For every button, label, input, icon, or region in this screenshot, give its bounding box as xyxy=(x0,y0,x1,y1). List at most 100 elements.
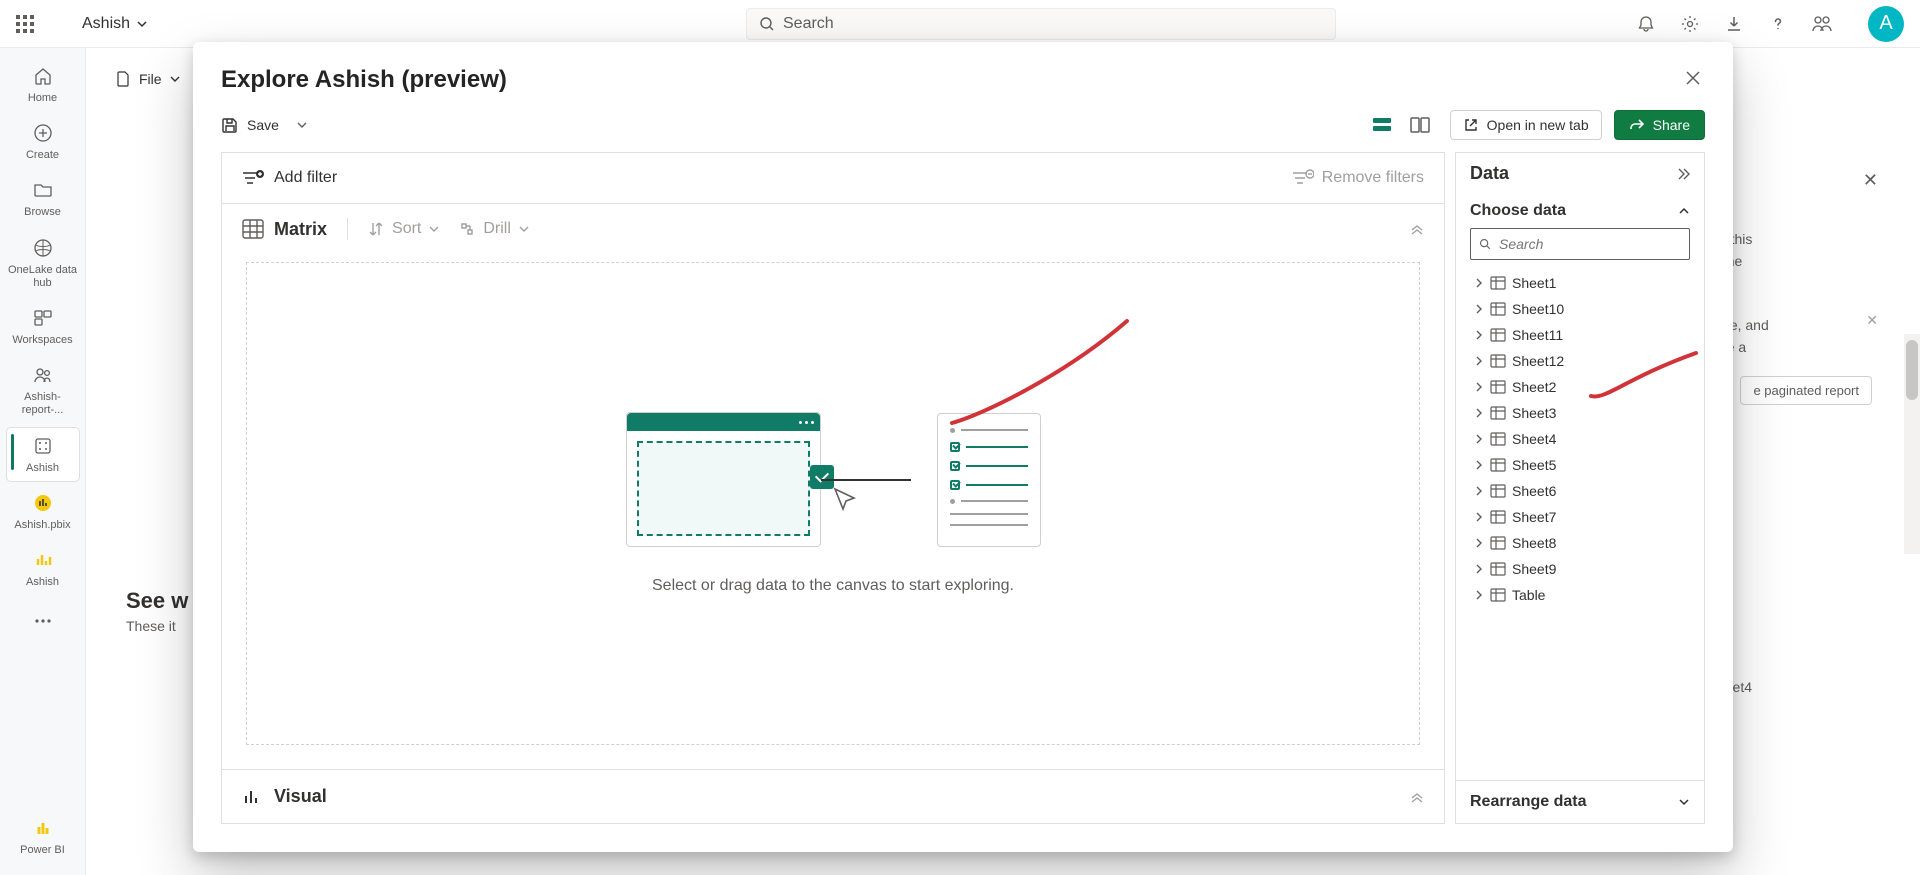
external-link-icon xyxy=(1463,117,1479,133)
share-icon xyxy=(1629,117,1645,133)
search-icon xyxy=(759,16,775,32)
data-table-item[interactable]: Sheet7 xyxy=(1456,504,1704,530)
collapse-section-button[interactable] xyxy=(1410,222,1424,236)
data-table-item[interactable]: Sheet2 xyxy=(1456,374,1704,400)
workspaces-icon xyxy=(33,306,53,330)
split-view-button[interactable] xyxy=(1408,115,1432,135)
collapse-visual-button[interactable] xyxy=(1410,790,1424,804)
filter-remove-icon xyxy=(1292,169,1314,187)
onelake-icon xyxy=(33,236,53,260)
cursor-icon xyxy=(831,485,861,515)
data-table-item[interactable]: Sheet10 xyxy=(1456,296,1704,322)
visual-section-header[interactable]: Visual xyxy=(222,769,1444,823)
data-table-item[interactable]: Sheet12 xyxy=(1456,348,1704,374)
rearrange-data-header[interactable]: Rearrange data xyxy=(1456,780,1704,823)
canvas-hint-text: Select or drag data to the canvas to sta… xyxy=(652,577,1014,595)
left-nav-rail: Home Create Browse OneLake data hub Work… xyxy=(0,48,86,875)
data-table-item[interactable]: Sheet11 xyxy=(1456,322,1704,348)
data-table-name: Table xyxy=(1512,587,1545,603)
bar-chart-icon xyxy=(242,787,262,807)
data-table-item[interactable]: Sheet3 xyxy=(1456,400,1704,426)
report-icon xyxy=(33,548,53,572)
nav-browse[interactable]: Browse xyxy=(7,172,79,225)
data-table-item[interactable]: Sheet9 xyxy=(1456,556,1704,582)
matrix-icon xyxy=(242,219,264,239)
nav-item-pbix[interactable]: Ashish.pbix xyxy=(7,485,79,538)
table-icon xyxy=(1490,302,1506,316)
save-button[interactable]: Save xyxy=(221,116,307,134)
workspace-name: Ashish xyxy=(82,15,130,33)
chevron-down-icon xyxy=(429,224,439,234)
workspace-dropdown[interactable]: Ashish xyxy=(82,15,148,33)
app-header: Ashish Search A xyxy=(0,0,1920,48)
filter-bar: Add filter Remove filters xyxy=(222,153,1444,204)
notifications-icon[interactable] xyxy=(1636,14,1656,34)
data-table-item[interactable]: Table xyxy=(1456,582,1704,608)
split-layout-icon xyxy=(1410,117,1430,133)
share-button[interactable]: Share xyxy=(1614,110,1705,140)
scrollbar[interactable] xyxy=(1904,334,1920,554)
modal-title: Explore Ashish (preview) xyxy=(221,66,507,94)
data-table-name: Sheet12 xyxy=(1512,353,1564,369)
nav-home[interactable]: Home xyxy=(7,58,79,111)
data-table-name: Sheet4 xyxy=(1512,431,1556,447)
data-table-name: Sheet5 xyxy=(1512,457,1556,473)
nav-workspaces[interactable]: Workspaces xyxy=(7,300,79,353)
chevron-down-icon xyxy=(170,74,180,84)
card-close-button[interactable]: ✕ xyxy=(1863,170,1878,191)
data-table-item[interactable]: Sheet4 xyxy=(1456,426,1704,452)
data-table-item[interactable]: Sheet6 xyxy=(1456,478,1704,504)
data-search-field[interactable] xyxy=(1499,236,1681,252)
help-icon[interactable] xyxy=(1768,14,1788,34)
chevron-right-icon xyxy=(1474,486,1484,496)
data-table-name: Sheet2 xyxy=(1512,379,1556,395)
data-table-item[interactable]: Sheet5 xyxy=(1456,452,1704,478)
nav-more[interactable] xyxy=(7,603,79,643)
nav-create[interactable]: Create xyxy=(7,115,79,168)
data-table-item[interactable]: Sheet8 xyxy=(1456,530,1704,556)
view-toggle xyxy=(1370,115,1432,135)
data-search-input[interactable] xyxy=(1470,228,1690,260)
nav-powerbi[interactable]: Power BI xyxy=(7,810,79,863)
visual-type-label[interactable]: Matrix xyxy=(242,219,327,240)
open-new-tab-button[interactable]: Open in new tab xyxy=(1450,110,1602,140)
create-paginated-report-button[interactable]: e paginated report xyxy=(1740,376,1872,405)
data-table-name: Sheet7 xyxy=(1512,509,1556,525)
pbix-icon xyxy=(33,491,53,515)
app-launcher-icon[interactable] xyxy=(16,15,34,33)
data-panel: Data Choose data Sheet1 Sheet10 Sheet11 … xyxy=(1455,152,1705,824)
search-placeholder: Search xyxy=(783,15,834,33)
modal-close-button[interactable] xyxy=(1681,66,1705,90)
chevron-right-icon xyxy=(1474,382,1484,392)
double-chevron-right-icon[interactable] xyxy=(1676,167,1690,181)
nav-item-ashish-model[interactable]: Ashish xyxy=(7,428,79,481)
global-search[interactable]: Search xyxy=(746,8,1336,40)
chevron-down-icon xyxy=(519,224,529,234)
modal-toolbar: Save Open in new tab Share xyxy=(193,94,1733,152)
add-filter-button[interactable]: Add filter xyxy=(242,169,337,187)
data-table-item[interactable]: Sheet1 xyxy=(1456,270,1704,296)
double-chevron-up-icon xyxy=(1410,222,1424,236)
profile-switcher-icon[interactable] xyxy=(1812,14,1832,34)
data-table-name: Sheet6 xyxy=(1512,483,1556,499)
data-table-name: Sheet1 xyxy=(1512,275,1556,291)
chevron-right-icon xyxy=(1474,278,1484,288)
data-table-name: Sheet3 xyxy=(1512,405,1556,421)
nav-item-ashish-report[interactable]: Ashish xyxy=(7,542,79,595)
settings-icon[interactable] xyxy=(1680,14,1700,34)
chevron-right-icon xyxy=(1474,564,1484,574)
chevron-right-icon xyxy=(1474,330,1484,340)
stacked-view-button[interactable] xyxy=(1370,115,1394,135)
account-avatar[interactable]: A xyxy=(1868,6,1904,42)
nav-item-report[interactable]: Ashish-report-... xyxy=(7,357,79,423)
download-icon[interactable] xyxy=(1724,14,1744,34)
nav-onelake[interactable]: OneLake data hub xyxy=(7,230,79,296)
file-menu[interactable]: File xyxy=(102,64,193,94)
chevron-right-icon xyxy=(1474,512,1484,522)
people-icon xyxy=(33,363,53,387)
close-icon xyxy=(1685,70,1701,86)
remove-filters-button: Remove filters xyxy=(1292,169,1424,187)
more-icon xyxy=(33,609,53,633)
choose-data-header[interactable]: Choose data xyxy=(1456,194,1704,228)
canvas-drop-area[interactable]: Select or drag data to the canvas to sta… xyxy=(246,262,1420,745)
